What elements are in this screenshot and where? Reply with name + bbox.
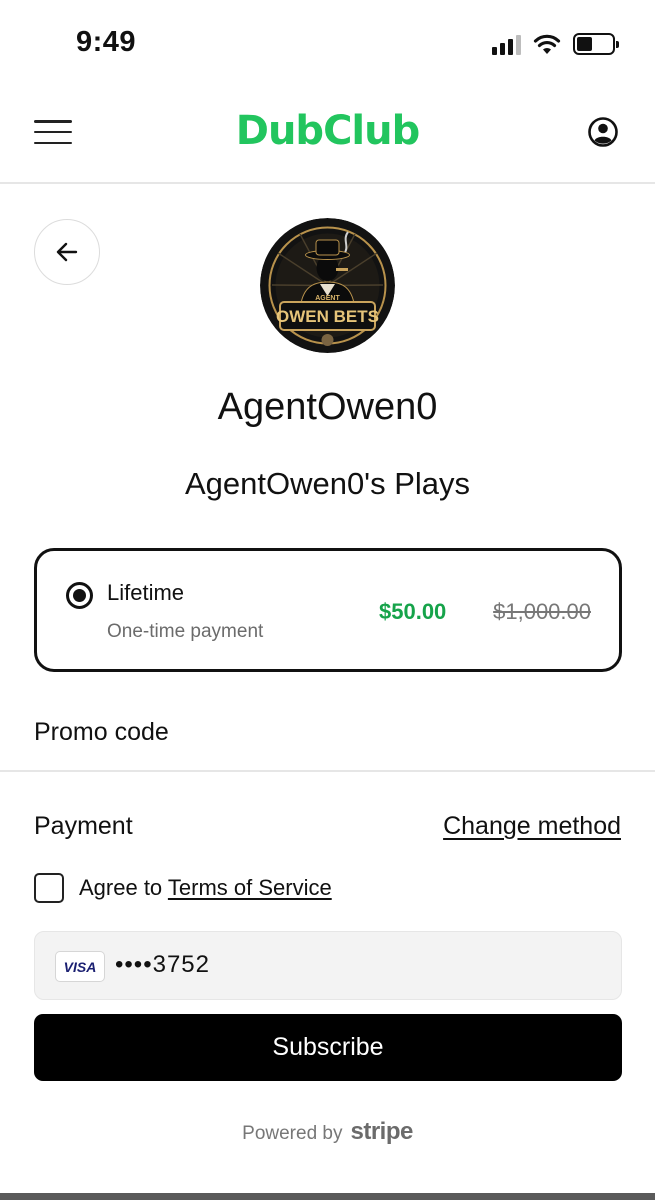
plan-radio[interactable] [66,582,93,609]
promo-code-toggle[interactable]: Promo code [34,718,169,747]
plan-title: Lifetime [107,580,185,605]
wifi-icon [533,34,561,54]
status-time: 9:49 [76,26,137,58]
avatar-main-text: OWEN BETS [276,307,379,326]
back-button[interactable] [34,219,100,285]
plan-subtitle: One-time payment [107,621,264,642]
payment-heading: Payment [34,812,133,840]
card-number: ••••3752 [115,951,210,978]
bottom-edge-bar [0,1193,655,1200]
terms-label: Agree to Terms of Service [79,875,332,901]
product-title: AgentOwen0's Plays [184,466,471,501]
status-icons [492,30,619,58]
app-header: DubClub [0,90,655,184]
stripe-logo: stripe [350,1118,413,1145]
powered-by-stripe: Powered by stripe [0,1118,655,1146]
terms-prefix: Agree to [79,875,163,900]
terms-of-service-link[interactable]: Terms of Service [168,875,332,900]
creator-avatar: AGENT OWEN BETS [260,218,395,353]
plan-original-price: $1,000.00 [493,599,591,624]
creator-name: AgentOwen0 [217,386,438,428]
battery-icon [573,33,619,55]
visa-card-icon: VISA [55,951,105,982]
arrow-left-icon [56,242,78,262]
change-method-link[interactable]: Change method [443,812,621,841]
terms-checkbox[interactable] [34,873,64,903]
plan-option-lifetime[interactable]: Lifetime One-time payment $50.00 $1,000.… [34,548,622,672]
signal-icon [492,33,521,55]
plan-price: $50.00 [379,599,447,624]
section-divider [0,770,655,772]
checkout-page: 9:49 DubClub AGENT OWEN BETS AgentOwen0 … [0,0,655,1200]
avatar-top-text: AGENT [315,295,340,302]
account-icon[interactable] [587,116,619,148]
powered-by-text: Powered by [242,1123,343,1144]
dubclub-logo[interactable]: DubClub [0,108,655,154]
saved-card-field[interactable]: VISA ••••3752 [34,931,622,1000]
subscribe-button[interactable]: Subscribe [34,1014,622,1081]
